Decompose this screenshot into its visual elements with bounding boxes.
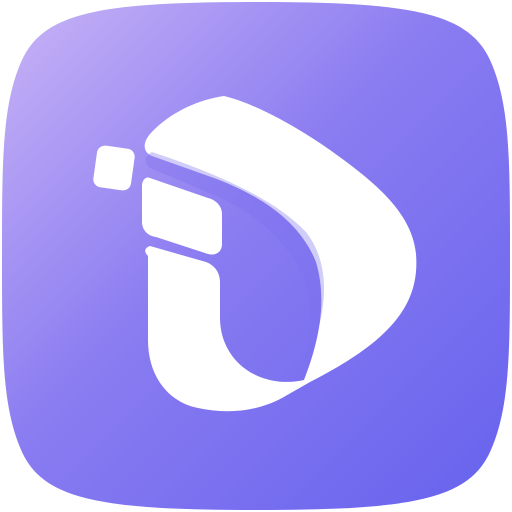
icon-background <box>2 2 510 510</box>
icon-canvas <box>0 0 512 512</box>
logo-dot-small <box>93 145 135 191</box>
app-icon[interactable] <box>0 0 512 512</box>
